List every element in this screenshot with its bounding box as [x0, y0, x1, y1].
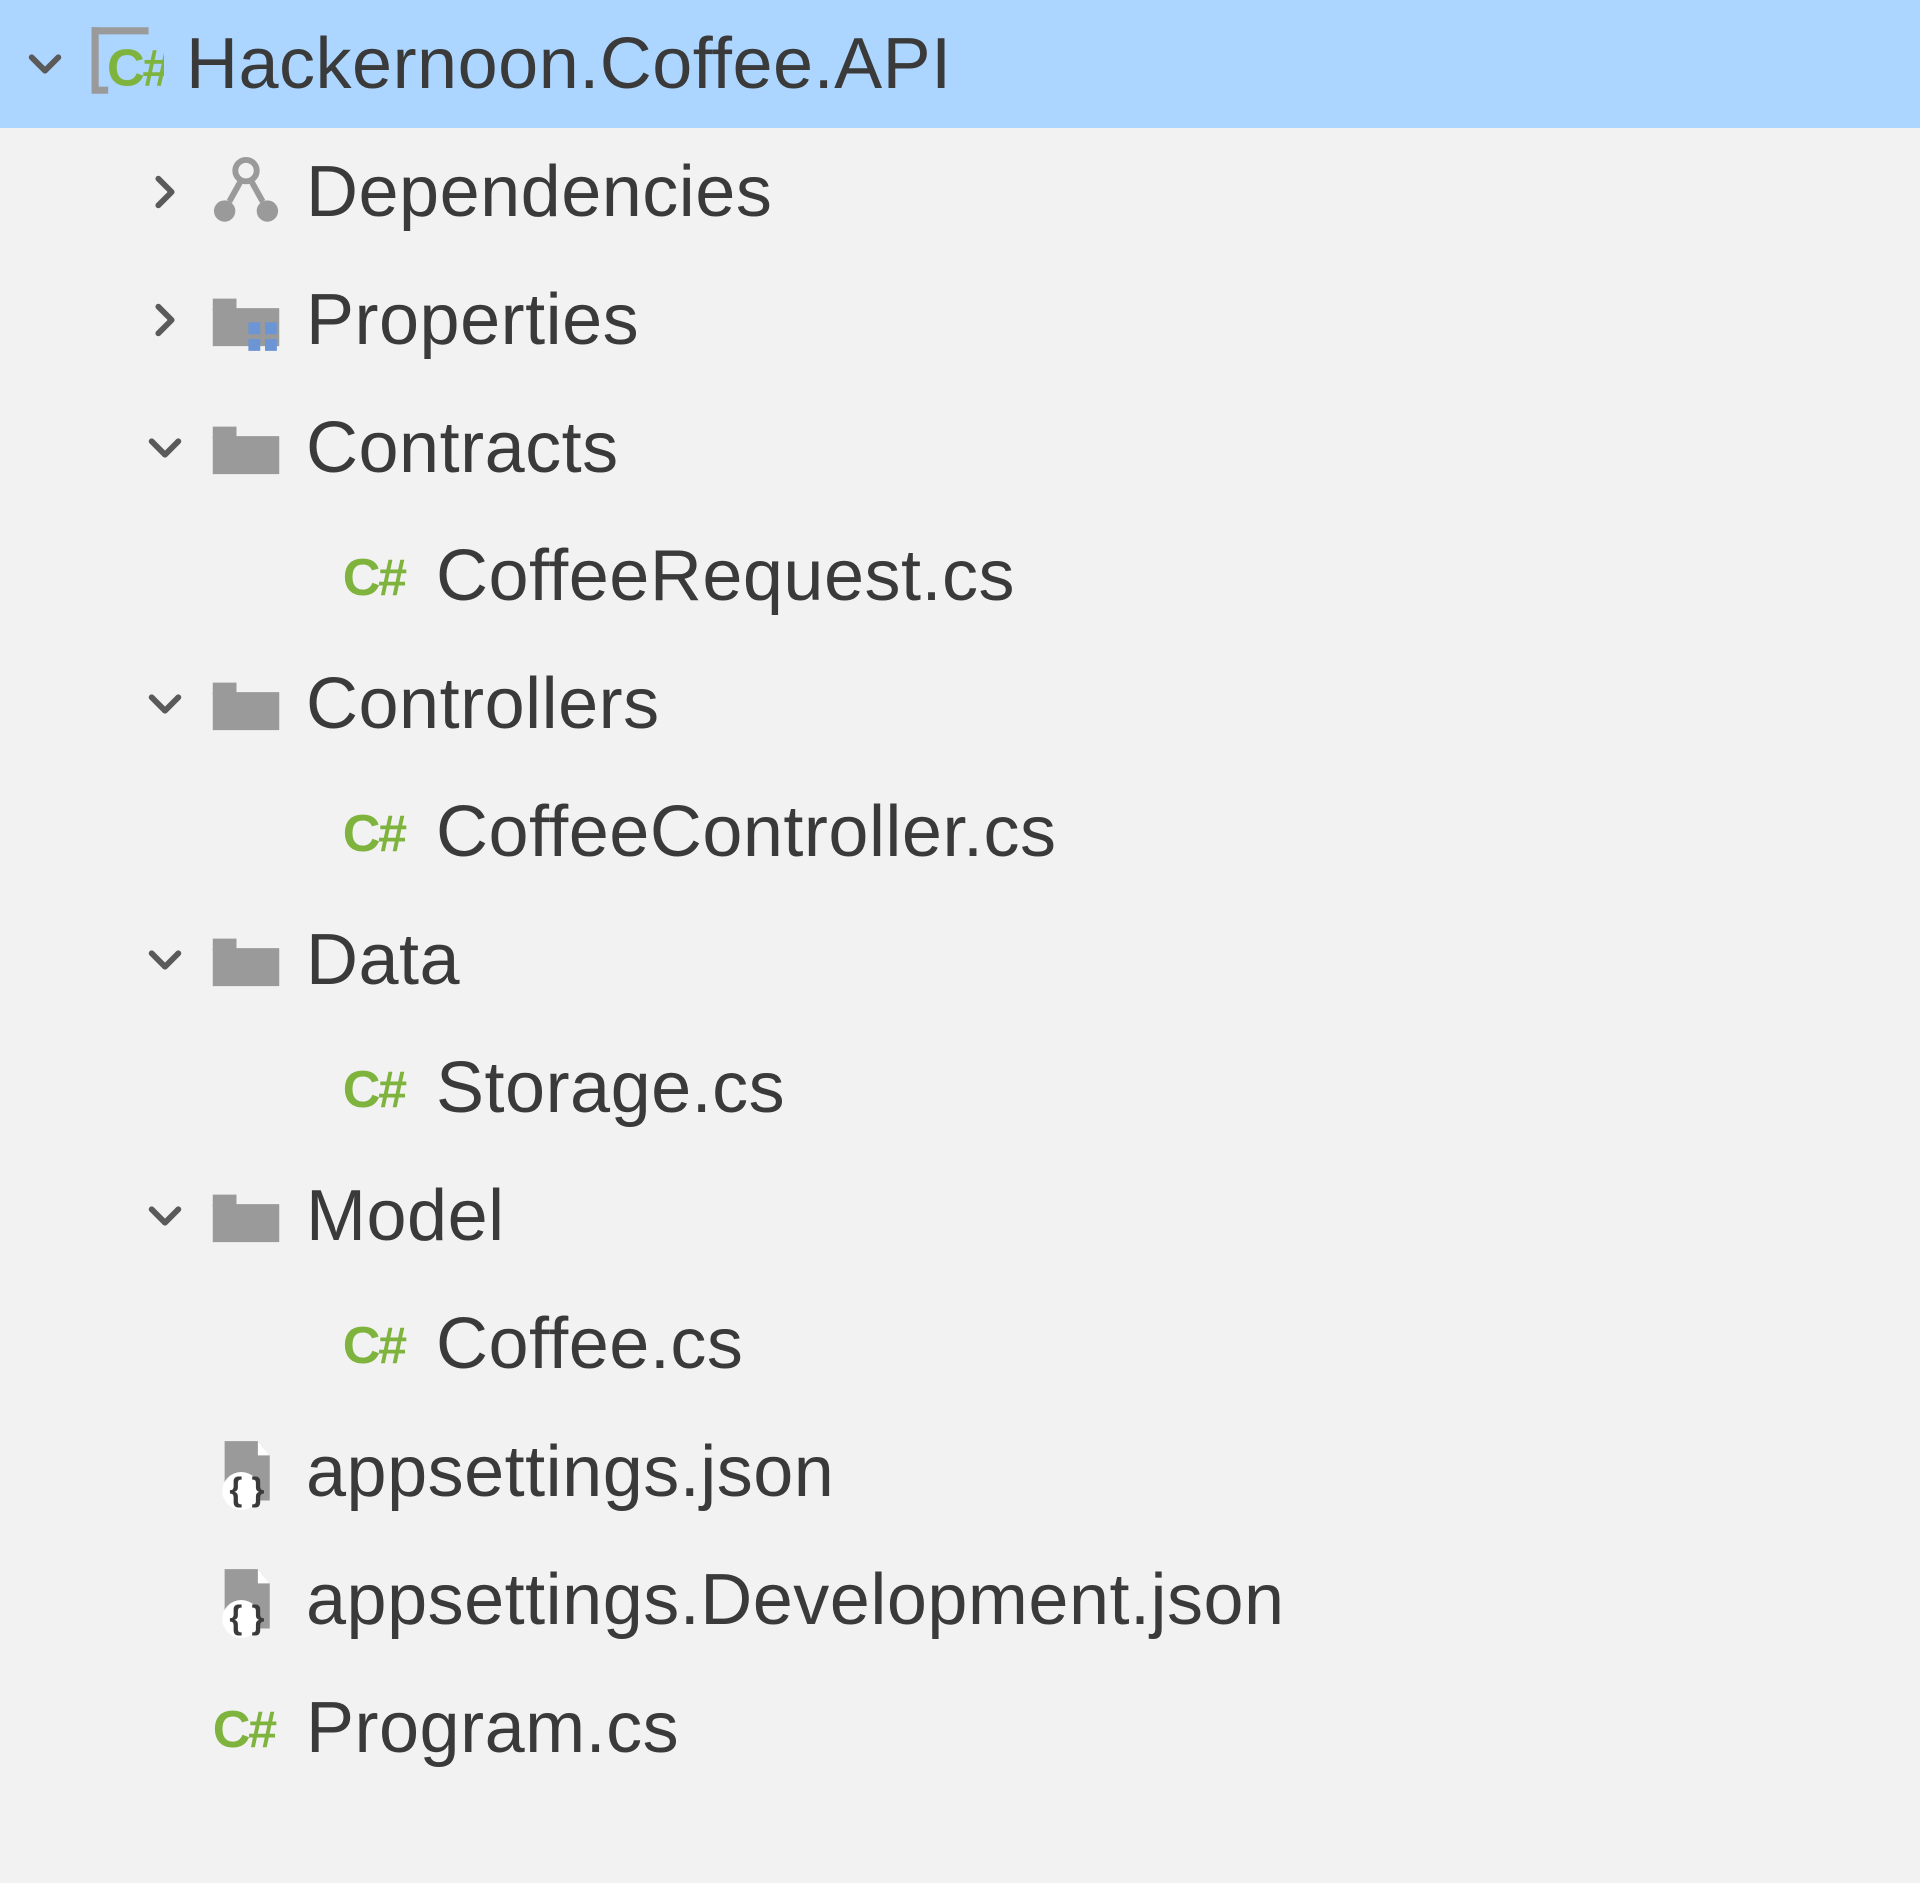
tree-item-label: Storage.cs: [436, 1047, 785, 1129]
tree-item-label: Program.cs: [306, 1687, 679, 1769]
chevron-down-icon[interactable]: [130, 1196, 200, 1236]
csharp-file-icon: [200, 1690, 292, 1766]
json-file-icon: [200, 1434, 292, 1510]
chevron-down-icon[interactable]: [130, 940, 200, 980]
tree-item-appsettings[interactable]: appsettings.json: [0, 1408, 1920, 1536]
project-tree: Hackernoon.Coffee.API Dependencies Prope…: [0, 0, 1920, 1883]
tree-item-program[interactable]: Program.cs: [0, 1664, 1920, 1792]
tree-item-coffee[interactable]: Coffee.cs: [0, 1280, 1920, 1408]
csharp-file-icon: [330, 1050, 422, 1126]
project-name-label: Hackernoon.Coffee.API: [186, 23, 952, 105]
csharp-file-icon: [330, 1306, 422, 1382]
chevron-right-icon[interactable]: [130, 300, 200, 340]
csharp-file-icon: [330, 794, 422, 870]
tree-item-label: Data: [306, 919, 460, 1001]
tree-item-model[interactable]: Model: [0, 1152, 1920, 1280]
tree-item-project[interactable]: Hackernoon.Coffee.API: [0, 0, 1920, 128]
tree-item-contracts[interactable]: Contracts: [0, 384, 1920, 512]
json-file-icon: [200, 1562, 292, 1638]
tree-item-coffeerequest[interactable]: CoffeeRequest.cs: [0, 512, 1920, 640]
folder-properties-icon: [200, 282, 292, 358]
tree-item-label: Contracts: [306, 407, 619, 489]
tree-item-label: appsettings.json: [306, 1431, 834, 1513]
tree-item-dependencies[interactable]: Dependencies: [0, 128, 1920, 256]
tree-item-label: CoffeeController.cs: [436, 791, 1056, 873]
folder-icon: [200, 410, 292, 486]
tree-item-label: Controllers: [306, 663, 660, 745]
tree-item-label: appsettings.Development.json: [306, 1559, 1285, 1641]
tree-item-appsettings-dev[interactable]: appsettings.Development.json: [0, 1536, 1920, 1664]
tree-item-label: CoffeeRequest.cs: [436, 535, 1015, 617]
tree-item-controllers[interactable]: Controllers: [0, 640, 1920, 768]
tree-item-data[interactable]: Data: [0, 896, 1920, 1024]
chevron-right-icon[interactable]: [130, 172, 200, 212]
tree-item-coffeecontroller[interactable]: CoffeeController.cs: [0, 768, 1920, 896]
csharp-project-icon: [80, 26, 172, 102]
tree-item-storage[interactable]: Storage.cs: [0, 1024, 1920, 1152]
folder-icon: [200, 1178, 292, 1254]
folder-icon: [200, 922, 292, 998]
tree-item-label: Properties: [306, 279, 639, 361]
tree-item-label: Model: [306, 1175, 505, 1257]
tree-item-label: Coffee.cs: [436, 1303, 743, 1385]
chevron-down-icon[interactable]: [10, 44, 80, 84]
tree-item-label: Dependencies: [306, 151, 772, 233]
csharp-file-icon: [330, 538, 422, 614]
folder-icon: [200, 666, 292, 742]
chevron-down-icon[interactable]: [130, 684, 200, 724]
tree-item-properties[interactable]: Properties: [0, 256, 1920, 384]
chevron-down-icon[interactable]: [130, 428, 200, 468]
dependencies-icon: [200, 154, 292, 230]
